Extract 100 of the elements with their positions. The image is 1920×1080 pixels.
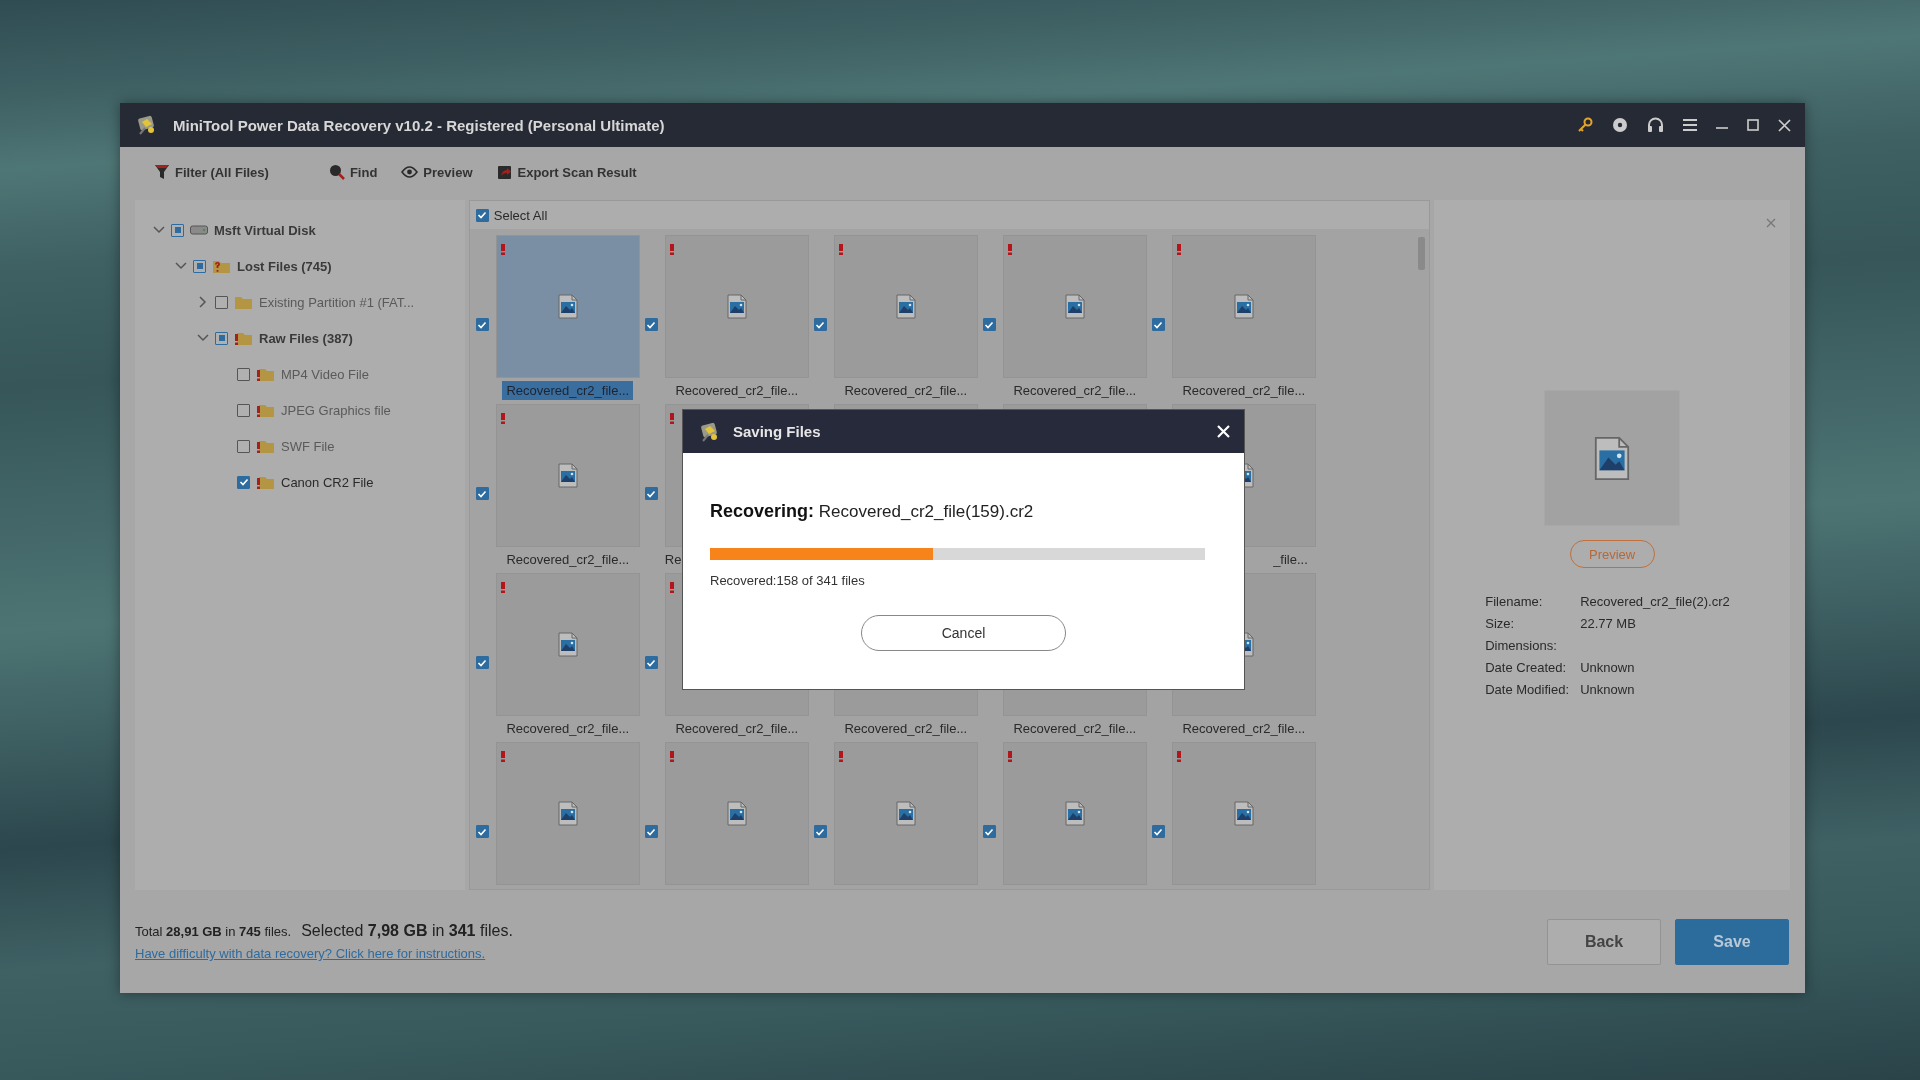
drive-icon bbox=[190, 225, 208, 235]
headset-icon[interactable] bbox=[1647, 117, 1664, 133]
checkbox[interactable] bbox=[644, 656, 658, 669]
checkbox[interactable] bbox=[813, 318, 827, 331]
checkbox[interactable] bbox=[237, 403, 250, 417]
key-icon[interactable] bbox=[1577, 117, 1593, 133]
file-name: Recovered_cr2_file... bbox=[505, 551, 631, 569]
folder-alert-icon bbox=[234, 330, 253, 346]
checkbox[interactable] bbox=[1151, 318, 1165, 331]
file-name: Recovered_cr2_file... bbox=[843, 720, 969, 738]
checkbox[interactable] bbox=[237, 475, 250, 489]
checkbox[interactable] bbox=[193, 259, 206, 273]
checkbox[interactable] bbox=[475, 825, 489, 838]
file-name: Recovered_cr2_file... bbox=[674, 720, 800, 738]
total-summary: Total 28,91 GB in 745 files. bbox=[135, 924, 292, 939]
checkbox[interactable] bbox=[813, 825, 827, 838]
tree-item[interactable]: Canon CR2 File bbox=[281, 474, 374, 490]
tree-item[interactable]: Existing Partition #1 (FAT... bbox=[259, 294, 415, 310]
folder-alert-icon bbox=[256, 366, 275, 382]
checkbox[interactable] bbox=[982, 318, 996, 331]
checkbox[interactable] bbox=[475, 487, 489, 500]
file-thumbnail[interactable] bbox=[495, 573, 640, 716]
disc-icon[interactable] bbox=[1612, 117, 1628, 133]
toolbar-button[interactable]: Preview bbox=[397, 160, 483, 184]
file-name: Recovered_cr2_file... bbox=[1181, 720, 1307, 738]
toolbar-button[interactable]: Filter (All Files) bbox=[150, 160, 279, 184]
file-thumbnail[interactable] bbox=[664, 742, 809, 885]
file-thumbnail[interactable] bbox=[1171, 742, 1316, 885]
file-thumbnail[interactable] bbox=[495, 404, 640, 547]
image-file-icon bbox=[895, 801, 916, 826]
file-thumbnail[interactable] bbox=[495, 235, 640, 378]
alert-icon bbox=[500, 582, 505, 593]
field-value: Recovered_cr2_file(2).cr2 bbox=[1580, 594, 1730, 609]
file-name: Recovered_cr2_file... bbox=[1012, 720, 1138, 738]
scrollbar[interactable] bbox=[1418, 237, 1426, 270]
maximize-icon[interactable] bbox=[1747, 119, 1759, 131]
checkbox[interactable] bbox=[237, 367, 250, 381]
tree-item[interactable]: Lost Files (745) bbox=[237, 258, 332, 274]
close-icon[interactable] bbox=[1778, 118, 1791, 132]
image-file-icon bbox=[557, 463, 578, 488]
image-file-icon bbox=[1064, 801, 1085, 826]
image-file-icon bbox=[1594, 435, 1631, 481]
tree-item[interactable]: SWF File bbox=[281, 438, 335, 454]
window-title: MiniTool Power Data Recovery v10.2 - Registered (Personal Ultimate) bbox=[173, 116, 665, 134]
save-button[interactable]: Save bbox=[1675, 918, 1789, 965]
image-file-icon bbox=[1233, 801, 1254, 826]
alert-icon bbox=[500, 244, 505, 255]
image-file-icon bbox=[726, 801, 747, 826]
image-file-icon bbox=[726, 294, 747, 319]
cancel-button[interactable]: Cancel bbox=[861, 615, 1066, 651]
file-thumbnail[interactable] bbox=[495, 742, 640, 885]
file-name: Recovered_cr2_file... bbox=[1181, 382, 1307, 400]
image-file-icon bbox=[557, 632, 578, 657]
progress-text: Recovered:158 of 341 files bbox=[710, 573, 866, 588]
tree-item[interactable]: JPEG Graphics file bbox=[281, 402, 391, 418]
alert-icon bbox=[669, 244, 674, 255]
field-label: Size: bbox=[1485, 616, 1516, 631]
checkbox[interactable] bbox=[475, 208, 489, 222]
menu-icon[interactable] bbox=[1683, 119, 1697, 131]
checkbox[interactable] bbox=[644, 825, 658, 838]
file-thumbnail[interactable] bbox=[1002, 235, 1147, 378]
alert-icon bbox=[669, 751, 674, 762]
checkbox[interactable] bbox=[475, 318, 489, 331]
folder-alert-icon bbox=[256, 402, 275, 418]
checkbox[interactable] bbox=[644, 318, 658, 331]
alert-icon bbox=[838, 751, 843, 762]
file-name: Recovered_cr2_file... bbox=[843, 382, 969, 400]
image-file-icon bbox=[1064, 294, 1085, 319]
alert-icon bbox=[1176, 244, 1181, 255]
tree-item[interactable]: Msft Virtual Disk bbox=[214, 222, 316, 238]
tree-item[interactable]: MP4 Video File bbox=[281, 366, 369, 382]
checkbox[interactable] bbox=[644, 487, 658, 500]
checkbox[interactable] bbox=[171, 223, 184, 237]
recovering-text: Recovering: Recovered_cr2_file(159).cr2 bbox=[710, 501, 1035, 522]
toolbar-button[interactable]: Find bbox=[324, 160, 388, 184]
field-value: Unknown bbox=[1580, 682, 1636, 697]
toolbar-button[interactable]: Export Scan Result bbox=[492, 160, 647, 184]
alert-icon bbox=[500, 413, 505, 424]
file-thumbnail[interactable] bbox=[1002, 742, 1147, 885]
back-button[interactable]: Back bbox=[1547, 918, 1661, 965]
checkbox[interactable] bbox=[982, 825, 996, 838]
file-name: Recovered_cr2_file... bbox=[674, 382, 800, 400]
file-thumbnail[interactable] bbox=[664, 235, 809, 378]
field-label: Filename: bbox=[1485, 594, 1544, 609]
file-name: Recovered_cr2_file... bbox=[1012, 382, 1138, 400]
checkbox[interactable] bbox=[215, 295, 228, 309]
tree-item[interactable]: Raw Files (387) bbox=[259, 330, 353, 346]
file-thumbnail[interactable] bbox=[1171, 235, 1316, 378]
checkbox[interactable] bbox=[237, 439, 250, 453]
search-icon bbox=[328, 164, 345, 180]
checkbox[interactable] bbox=[1151, 825, 1165, 838]
checkbox[interactable] bbox=[475, 656, 489, 669]
select-all-label[interactable]: Select All bbox=[493, 207, 548, 223]
alert-icon bbox=[669, 582, 674, 593]
file-thumbnail[interactable] bbox=[833, 235, 978, 378]
file-thumbnail[interactable] bbox=[833, 742, 978, 885]
alert-icon bbox=[838, 244, 843, 255]
field-label: Dimensions: bbox=[1485, 638, 1558, 653]
image-file-icon bbox=[557, 294, 578, 319]
checkbox[interactable] bbox=[215, 331, 228, 345]
